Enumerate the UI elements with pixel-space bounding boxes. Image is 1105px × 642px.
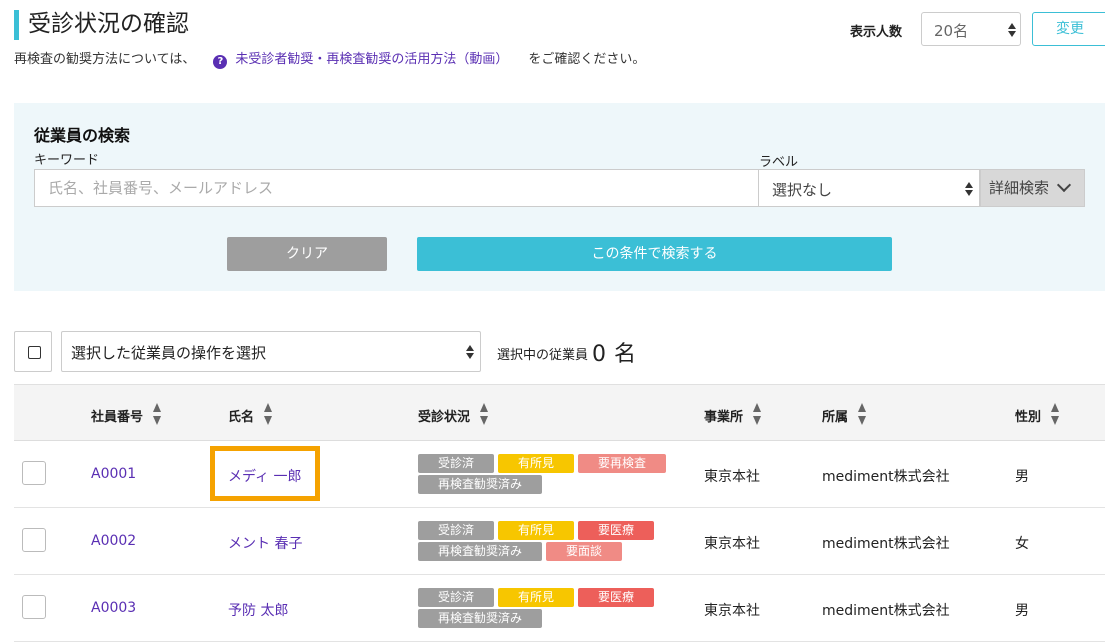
status-badge: 有所見 [498,454,574,473]
checkbox-box [28,346,41,359]
label-filter-label: ラベル [759,155,799,170]
column-header-status[interactable]: 受診状況 [418,403,489,429]
column-label: 事業所 [704,410,744,425]
label-select[interactable]: 選択なし [758,169,980,207]
bulk-operation-value: 選択した従業員の操作を選択 [71,344,267,362]
keyword-label: キーワード [34,153,100,168]
status-badge: 要医療 [578,588,654,607]
status-badge: 有所見 [498,521,574,540]
status-badge: 要再検査 [578,454,666,473]
column-header-name[interactable]: 氏名 [228,403,273,429]
title-accent-bar [14,10,19,40]
table-header: 社員番号 氏名 受診状況 事業所 所属 性別 [14,384,1105,441]
sort-icon[interactable] [1051,403,1060,429]
status-badge: 要医療 [578,521,654,540]
gender-cell: 男 [1015,469,1029,485]
page-subtitle: 再検査の勧奨方法については、? 未受診者勧奨・再検査勧奨の活用方法（動画） をご確認… [14,51,645,69]
status-badge: 受診済 [418,521,494,540]
column-label: 所属 [822,410,849,425]
employee-id-link[interactable]: A0001 [91,466,136,482]
column-header-department[interactable]: 所属 [822,403,867,429]
status-badge: 受診済 [418,454,494,473]
status-badge: 受診済 [418,588,494,607]
change-button[interactable]: 変更 [1032,12,1105,46]
help-icon: ? [213,55,228,69]
keyword-input[interactable]: 氏名、社員番号、メールアドレス [34,169,759,207]
column-header-employee-id[interactable]: 社員番号 [91,403,162,429]
status-tags: 受診済 有所見 要医療再検査勧奨済み [418,588,698,630]
row-checkbox[interactable] [22,528,46,552]
status-badge: 再検査勧奨済み [418,542,542,561]
search-submit-button[interactable]: この条件で検索する [417,237,892,271]
row-checkbox[interactable] [22,461,46,485]
table-row: A0001 メディ 一郎 受診済 有所見 要再検査再検査勧奨済み 東京本社 medi… [14,441,1105,508]
column-label: 社員番号 [91,410,144,425]
employee-name-link[interactable]: メント 春子 [228,533,302,553]
column-label: 受診状況 [418,410,471,425]
status-badge: 再検査勧奨済み [418,609,542,628]
detail-search-label: 詳細検索 [989,179,1050,197]
video-guide-link[interactable]: 未受診者勧奨・再検査勧奨の活用方法（動画） [235,52,508,67]
bulk-operation-select[interactable]: 選択した従業員の操作を選択 [61,331,481,372]
display-count-select[interactable]: 20名 [921,12,1021,46]
employee-id-link[interactable]: A0003 [91,600,136,616]
detail-search-button[interactable]: 詳細検索 [980,169,1085,207]
clear-button[interactable]: クリア [227,237,387,271]
office-cell: 東京本社 [704,603,760,619]
display-count-label: 表示人数 [850,25,903,40]
employee-id-link[interactable]: A0002 [91,533,136,549]
label-select-value: 選択なし [772,181,833,199]
selected-count-label: 選択中の従業員 [497,348,589,363]
selected-count-number: 0 [592,342,607,367]
office-cell: 東京本社 [704,469,760,485]
office-cell: 東京本社 [704,536,760,552]
row-checkbox[interactable] [22,595,46,619]
gender-cell: 女 [1015,536,1029,552]
sort-icon[interactable] [858,403,867,429]
selected-count: 選択中の従業員 0 名 [497,336,640,368]
column-header-gender[interactable]: 性別 [1015,403,1060,429]
subtitle-suffix: をご確認ください。 [528,52,646,67]
status-badge: 再検査勧奨済み [418,475,542,494]
highlight-frame [210,446,320,501]
status-tags: 受診済 有所見 要医療再検査勧奨済み 要面談 [418,521,698,563]
status-badge: 要面談 [546,542,622,561]
sort-icon[interactable] [264,403,273,429]
table-row: A0002 メント 春子 受診済 有所見 要医療再検査勧奨済み 要面談 東京本社 me… [14,508,1105,575]
sort-icon[interactable] [153,403,162,429]
column-header-office[interactable]: 事業所 [704,403,762,429]
status-tags: 受診済 有所見 要再検査再検査勧奨済み [418,454,698,496]
chevron-down-icon [1056,177,1072,193]
employee-name-link[interactable]: 予防 太郎 [228,600,288,620]
table-row: A0003 予防 太郎 受診済 有所見 要医療再検査勧奨済み 東京本社 medime… [14,575,1105,642]
select-all-checkbox[interactable] [14,331,52,372]
search-title: 従業員の検索 [34,126,131,145]
subtitle-prefix: 再検査の勧奨方法については、 [14,52,196,67]
column-label: 氏名 [228,410,255,425]
display-count-value: 20名 [934,22,969,40]
gender-cell: 男 [1015,603,1029,619]
sort-icon[interactable] [753,403,762,429]
department-cell: mediment株式会社 [822,603,950,619]
sort-icon[interactable] [480,403,489,429]
department-cell: mediment株式会社 [822,469,950,485]
department-cell: mediment株式会社 [822,536,950,552]
page-title: 受診状況の確認 [28,11,189,37]
status-badge: 有所見 [498,588,574,607]
selected-count-unit: 名 [614,342,637,367]
column-label: 性別 [1015,410,1042,425]
